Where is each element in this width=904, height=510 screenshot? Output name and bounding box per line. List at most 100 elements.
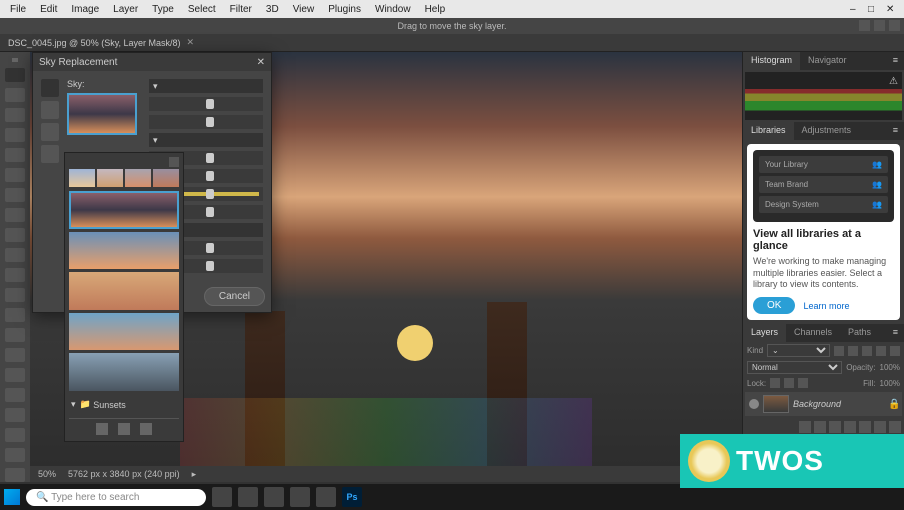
panel-menu-icon[interactable]: ≡ xyxy=(887,122,904,140)
trash-icon[interactable] xyxy=(889,421,901,433)
stamp-tool[interactable] xyxy=(5,248,25,262)
taskbar-search[interactable]: 🔍 Type here to search xyxy=(26,489,206,506)
filter-shape-icon[interactable] xyxy=(876,346,886,356)
start-button[interactable] xyxy=(4,489,20,505)
adjustment-icon[interactable] xyxy=(844,421,856,433)
pen-tool[interactable] xyxy=(5,368,25,382)
link-layers-icon[interactable] xyxy=(799,421,811,433)
preset-large-thumb[interactable] xyxy=(69,313,179,351)
mask-icon[interactable] xyxy=(829,421,841,433)
zoom-tool[interactable] xyxy=(5,468,25,482)
taskbar-app-icon[interactable] xyxy=(264,487,284,507)
tab-navigator[interactable]: Navigator xyxy=(800,52,855,70)
doc-info-chevron[interactable]: ▸ xyxy=(192,469,197,480)
preset-large-thumb[interactable] xyxy=(69,272,179,310)
fade-edge-slider[interactable] xyxy=(149,115,263,129)
hand-tool[interactable] xyxy=(5,448,25,462)
learn-more-link[interactable]: Learn more xyxy=(803,301,849,311)
selection-tool[interactable] xyxy=(5,128,25,142)
taskbar-app-icon[interactable] xyxy=(316,487,336,507)
path-tool[interactable] xyxy=(5,408,25,422)
hand-tool-icon[interactable] xyxy=(41,123,59,141)
tab-paths[interactable]: Paths xyxy=(840,324,879,342)
tab-channels[interactable]: Channels xyxy=(786,324,840,342)
preset-thumb[interactable] xyxy=(125,169,151,187)
preset-category[interactable]: 📁 Sunsets xyxy=(69,395,179,414)
gradient-tool[interactable] xyxy=(5,308,25,322)
filter-smart-icon[interactable] xyxy=(890,346,900,356)
tab-adjustments[interactable]: Adjustments xyxy=(794,122,860,140)
healing-tool[interactable] xyxy=(5,208,25,222)
menu-3d[interactable]: 3D xyxy=(260,2,285,17)
taskbar-app-icon[interactable] xyxy=(238,487,258,507)
fill-value[interactable]: 100% xyxy=(880,379,900,388)
history-brush-tool[interactable] xyxy=(5,268,25,282)
menu-file[interactable]: File xyxy=(4,2,32,17)
layer-row[interactable]: Background 🔒 xyxy=(745,392,902,416)
visibility-icon[interactable] xyxy=(749,399,759,409)
dodge-tool[interactable] xyxy=(5,348,25,362)
opacity-value[interactable]: 100% xyxy=(880,363,900,372)
document-tab[interactable]: DSC_0045.jpg @ 50% (Sky, Layer Mask/8) ✕ xyxy=(0,34,904,52)
palette-grip[interactable] xyxy=(12,58,18,62)
shape-tool[interactable] xyxy=(5,428,25,442)
close-icon[interactable]: ✕ xyxy=(257,57,265,68)
cancel-button[interactable]: Cancel xyxy=(204,287,265,306)
menu-edit[interactable]: Edit xyxy=(34,2,63,17)
menu-filter[interactable]: Filter xyxy=(224,2,258,17)
filter-pixel-icon[interactable] xyxy=(834,346,844,356)
menu-help[interactable]: Help xyxy=(419,2,452,17)
menu-view[interactable]: View xyxy=(287,2,321,17)
move-sky-tool[interactable] xyxy=(41,79,59,97)
workspace-icon[interactable] xyxy=(889,20,900,31)
sky-preset-thumbnail[interactable] xyxy=(67,93,137,135)
frame-tool[interactable] xyxy=(5,168,25,182)
blend-mode-select[interactable]: Normal xyxy=(747,361,842,374)
menu-select[interactable]: Select xyxy=(182,2,222,17)
share-icon[interactable] xyxy=(859,20,870,31)
preset-large-thumb[interactable] xyxy=(69,353,179,391)
filter-adjust-icon[interactable] xyxy=(848,346,858,356)
taskbar-app-icon[interactable] xyxy=(290,487,310,507)
lasso-tool[interactable] xyxy=(5,108,25,122)
blur-tool[interactable] xyxy=(5,328,25,342)
menu-layer[interactable]: Layer xyxy=(107,2,144,17)
lock-pixels-icon[interactable] xyxy=(770,378,780,388)
close-document-icon[interactable]: ✕ xyxy=(187,37,195,48)
preset-large-thumb[interactable] xyxy=(69,191,179,229)
zoom-tool-icon[interactable] xyxy=(41,145,59,163)
preset-thumb[interactable] xyxy=(69,169,95,187)
menu-plugins[interactable]: Plugins xyxy=(322,2,367,17)
section-header[interactable]: ▾ xyxy=(149,133,263,147)
preset-thumb[interactable] xyxy=(97,169,123,187)
maximize-button[interactable]: □ xyxy=(868,4,878,14)
gear-icon[interactable] xyxy=(169,157,179,167)
tab-layers[interactable]: Layers xyxy=(743,324,786,342)
layer-thumbnail[interactable] xyxy=(763,395,789,413)
group-icon[interactable] xyxy=(859,421,871,433)
brush-tool[interactable] xyxy=(5,228,25,242)
eyedropper-tool[interactable] xyxy=(5,188,25,202)
preset-large-thumb[interactable] xyxy=(69,232,179,270)
move-tool[interactable] xyxy=(5,68,25,82)
lock-all-icon[interactable] xyxy=(798,378,808,388)
filter-type-icon[interactable] xyxy=(862,346,872,356)
panel-menu-icon[interactable]: ≡ xyxy=(887,52,904,70)
new-layer-icon[interactable] xyxy=(874,421,886,433)
marquee-tool[interactable] xyxy=(5,88,25,102)
taskbar-photoshop-icon[interactable]: Ps xyxy=(342,487,362,507)
menu-image[interactable]: Image xyxy=(65,2,105,17)
crop-tool[interactable] xyxy=(5,148,25,162)
download-icon[interactable] xyxy=(96,423,108,435)
tab-libraries[interactable]: Libraries xyxy=(743,122,794,140)
section-header[interactable]: ▾ xyxy=(149,79,263,93)
sky-brush-tool[interactable] xyxy=(41,101,59,119)
panel-menu-icon[interactable]: ≡ xyxy=(887,324,904,342)
close-button[interactable]: ✕ xyxy=(886,4,896,14)
zoom-level[interactable]: 50% xyxy=(38,469,56,479)
cache-warning-icon[interactable]: ⚠ xyxy=(889,76,898,87)
menu-type[interactable]: Type xyxy=(146,2,180,17)
new-preset-icon[interactable] xyxy=(118,423,130,435)
ok-button[interactable]: OK xyxy=(753,297,795,314)
fx-icon[interactable] xyxy=(814,421,826,433)
